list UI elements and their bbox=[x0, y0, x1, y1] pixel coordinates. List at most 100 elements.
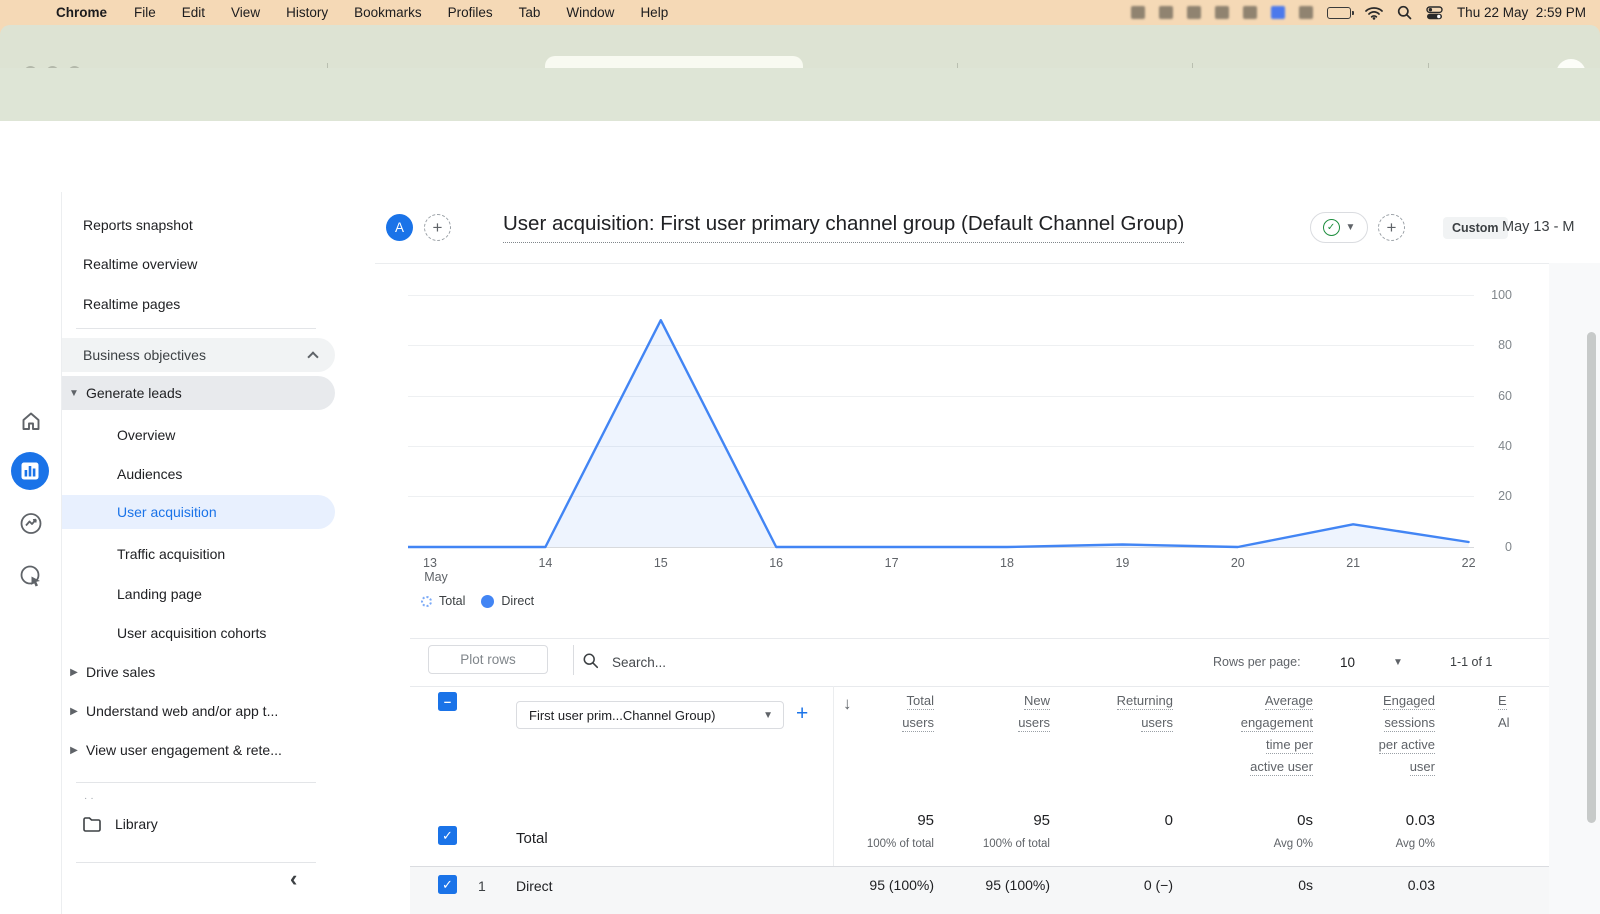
column-header-returning-users[interactable]: Returning users bbox=[1117, 690, 1173, 734]
triangle-down-icon: ▼ bbox=[62, 388, 86, 399]
direct-cell-returning-users: 0 (−) bbox=[1144, 877, 1173, 893]
y-tick-0: 0 bbox=[1472, 540, 1512, 554]
status-item-blurred[interactable] bbox=[1187, 6, 1201, 19]
column-header-event-count-cut[interactable]: E Al bbox=[1498, 690, 1510, 734]
reports-nav-active[interactable] bbox=[11, 452, 49, 490]
status-item-blurred[interactable] bbox=[1215, 6, 1229, 19]
vertical-scrollbar-thumb[interactable] bbox=[1587, 332, 1596, 823]
status-item-blurred[interactable] bbox=[1159, 6, 1173, 19]
chevron-up-icon bbox=[307, 351, 318, 362]
menu-tab[interactable]: Tab bbox=[506, 5, 554, 20]
menu-file[interactable]: File bbox=[121, 5, 169, 20]
collapse-sidebar-chevron[interactable]: ‹ bbox=[290, 866, 297, 892]
total-cell-returning-users: 0 bbox=[1165, 812, 1173, 838]
x-tick: 17 bbox=[885, 556, 899, 570]
table-top-border bbox=[410, 686, 1549, 687]
menu-window[interactable]: Window bbox=[553, 5, 627, 20]
legend-total[interactable]: Total bbox=[421, 594, 465, 608]
total-cell-engaged-sessions: 0.03Avg 0% bbox=[1396, 812, 1435, 850]
add-dimension-button[interactable]: + bbox=[796, 702, 808, 726]
report-title[interactable]: User acquisition: First user primary cha… bbox=[503, 212, 1184, 243]
advertising-icon[interactable] bbox=[0, 564, 62, 588]
add-comparison-button[interactable]: + bbox=[424, 214, 451, 241]
x-tick: 20 bbox=[1231, 556, 1245, 570]
sidebar-item-reports-snapshot[interactable]: Reports snapshot bbox=[62, 208, 335, 242]
folder-icon bbox=[83, 817, 101, 832]
header-divider bbox=[375, 263, 1600, 264]
browser-toolbar: ← → ↻ analytics.google.com/analytics/web… bbox=[0, 68, 1600, 121]
direct-row-checkbox[interactable]: ✓ bbox=[438, 875, 457, 894]
sidebar-group-generate-leads[interactable]: ▼ Generate leads bbox=[62, 376, 335, 410]
analytics-header: Analytics All accounts ❯ Analytics testi… bbox=[0, 121, 1600, 192]
dimension-dropdown[interactable]: First user prim...Channel Group) ▼ bbox=[516, 701, 784, 729]
plot-rows-button[interactable]: Plot rows bbox=[428, 645, 548, 674]
x-tick: 21 bbox=[1346, 556, 1360, 570]
column-header-total-users[interactable]: Total users bbox=[902, 690, 934, 734]
home-icon[interactable] bbox=[0, 410, 62, 432]
caret-down-icon: ▼ bbox=[763, 710, 773, 721]
spotlight-search-icon[interactable] bbox=[1397, 5, 1412, 20]
total-cell-avg-engagement: 0sAvg 0% bbox=[1274, 812, 1313, 850]
sidebar-group-view-user-engagement[interactable]: ▶ View user engagement & rete... bbox=[62, 733, 335, 767]
x-tick: 15 bbox=[654, 556, 668, 570]
caret-down-icon[interactable]: ▼ bbox=[1393, 657, 1403, 668]
status-item-blurred[interactable] bbox=[1271, 6, 1285, 19]
sidebar-item-traffic-acquisition[interactable]: Traffic acquisition bbox=[62, 537, 335, 571]
legend-direct[interactable]: Direct bbox=[481, 594, 534, 608]
comparison-chip-a[interactable]: A bbox=[386, 214, 413, 241]
y-tick-80: 80 bbox=[1472, 338, 1512, 352]
control-center-icon[interactable] bbox=[1426, 6, 1443, 20]
column-header-engaged-sessions[interactable]: Engaged sessions per active user bbox=[1379, 690, 1435, 778]
menu-edit[interactable]: Edit bbox=[169, 5, 218, 20]
sidebar-item-user-acquisition-selected[interactable]: User acquisition bbox=[62, 495, 335, 529]
menu-view[interactable]: View bbox=[218, 5, 273, 20]
sidebar-item-realtime-overview[interactable]: Realtime overview bbox=[62, 247, 335, 281]
screen: Chrome File Edit View History Bookmarks … bbox=[0, 0, 1600, 914]
total-row-checkbox[interactable]: ✓ bbox=[438, 826, 457, 845]
sidebar-item-realtime-pages[interactable]: Realtime pages bbox=[62, 287, 335, 321]
toolbar-divider bbox=[573, 645, 574, 675]
battery-icon[interactable] bbox=[1327, 7, 1351, 19]
sidebar-item-library[interactable]: Library bbox=[62, 807, 335, 841]
direct-series-swatch-icon bbox=[481, 595, 494, 608]
explore-icon[interactable] bbox=[0, 512, 62, 535]
wifi-icon[interactable] bbox=[1365, 6, 1383, 20]
table-search-input[interactable]: Search... bbox=[612, 655, 666, 670]
column-header-avg-engagement-time[interactable]: Average engagement time per active user bbox=[1241, 690, 1313, 778]
select-all-checkbox-indeterminate[interactable]: – bbox=[438, 692, 457, 711]
sidebar-divider bbox=[76, 328, 316, 329]
sidebar-item-overview[interactable]: Overview bbox=[62, 418, 335, 452]
pagination-range: 1-1 of 1 bbox=[1450, 655, 1492, 669]
x-tick: 18 bbox=[1000, 556, 1014, 570]
sidebar-item-audiences[interactable]: Audiences bbox=[62, 457, 335, 491]
sidebar-group-drive-sales[interactable]: ▶ Drive sales bbox=[62, 655, 335, 689]
add-report-button[interactable]: + bbox=[1378, 214, 1405, 241]
table-row-direct-bg[interactable] bbox=[410, 866, 1549, 914]
report-status-pill[interactable]: ✓ ▼ bbox=[1310, 212, 1368, 243]
status-item-blurred[interactable] bbox=[1243, 6, 1257, 19]
y-tick-100: 100 bbox=[1472, 288, 1512, 302]
section-divider bbox=[410, 638, 1549, 639]
status-item-blurred[interactable] bbox=[1131, 6, 1145, 19]
chrome-tab-strip bbox=[0, 25, 1600, 68]
row-index: 1 bbox=[478, 878, 486, 894]
rows-per-page-select[interactable]: 10 bbox=[1340, 655, 1355, 670]
menu-bookmarks[interactable]: Bookmarks bbox=[341, 5, 435, 20]
sort-descending-icon[interactable]: ↓ bbox=[843, 694, 852, 714]
status-item-blurred[interactable] bbox=[1299, 6, 1313, 19]
menu-history[interactable]: History bbox=[273, 5, 341, 20]
menu-help[interactable]: Help bbox=[627, 5, 681, 20]
sidebar-section-business-objectives[interactable]: Business objectives bbox=[62, 338, 335, 372]
table-search-icon[interactable] bbox=[582, 652, 599, 669]
x-tick: 13 bbox=[423, 556, 437, 570]
sidebar-item-user-acquisition-cohorts[interactable]: User acquisition cohorts bbox=[62, 616, 335, 650]
sidebar-item-landing-page[interactable]: Landing page bbox=[62, 577, 335, 611]
menu-app-name[interactable]: Chrome bbox=[42, 5, 121, 20]
sidebar-group-understand-web-app[interactable]: ▶ Understand web and/or app t... bbox=[62, 694, 335, 728]
apple-menu-icon[interactable] bbox=[18, 12, 42, 14]
date-range-selector[interactable]: May 13 - M bbox=[1502, 219, 1600, 235]
menu-bar-clock[interactable]: Thu 22 May 2:59 PM bbox=[1457, 5, 1586, 20]
column-header-new-users[interactable]: New users bbox=[1018, 690, 1050, 734]
menu-profiles[interactable]: Profiles bbox=[435, 5, 506, 20]
y-tick-20: 20 bbox=[1472, 489, 1512, 503]
